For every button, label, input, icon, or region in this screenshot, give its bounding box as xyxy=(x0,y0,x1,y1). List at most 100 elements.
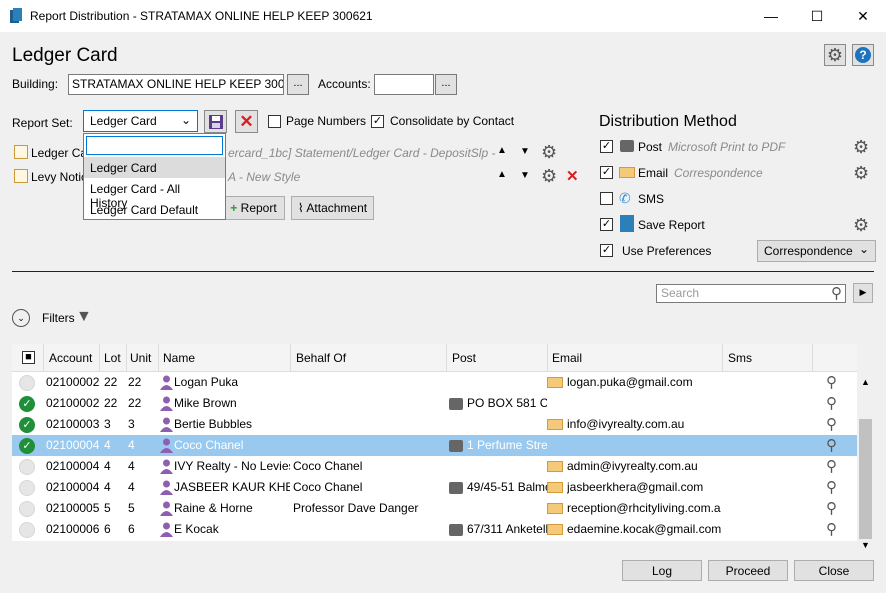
column-header[interactable]: Post xyxy=(452,351,476,365)
save-report-checkbox[interactable]: ✓ xyxy=(600,218,613,231)
filter-icon[interactable]: ▼ xyxy=(76,308,92,326)
person-icon xyxy=(160,522,173,537)
use-preferences-checkbox[interactable]: ✓ xyxy=(600,244,613,257)
maximize-button[interactable]: ☐ xyxy=(794,0,840,32)
close-button[interactable]: Close xyxy=(794,560,874,581)
unit-cell: 22 xyxy=(128,375,142,389)
report-set-search-input[interactable] xyxy=(86,136,223,155)
page-numbers-checkbox[interactable] xyxy=(268,115,281,128)
behalf-cell: Coco Chanel xyxy=(293,459,363,473)
close-window-button[interactable]: ✕ xyxy=(840,0,886,32)
table-row[interactable]: 02100002 22 22 Logan Puka logan.puka@gmail.c… xyxy=(12,372,857,393)
report-set-option[interactable]: Ledger Card Default xyxy=(84,199,225,220)
table-row[interactable]: 02100004 4 4 JASBEER KAUR KHERACoco Chanel 4… xyxy=(12,477,857,498)
status-icon[interactable]: ✓ xyxy=(19,417,35,433)
filters-label[interactable]: Filters xyxy=(42,311,75,325)
column-separator xyxy=(547,344,548,372)
table-row[interactable]: 02100004 4 4 IVY Realty - No Levies Coco Cha… xyxy=(12,456,857,477)
person-icon xyxy=(160,417,173,432)
magnifier-icon[interactable]: ⚲ xyxy=(826,457,837,475)
mail-icon xyxy=(547,482,563,493)
building-browse-button[interactable]: ... xyxy=(287,74,309,95)
column-header[interactable]: Name xyxy=(163,351,195,365)
column-header[interactable]: Unit xyxy=(130,351,151,365)
status-icon[interactable] xyxy=(19,480,35,496)
gear-icon[interactable]: ⚙ xyxy=(853,164,869,182)
attachment-button[interactable]: ⌇ Attachment xyxy=(291,196,374,220)
grid-scrollbar[interactable]: ▲ ▼ xyxy=(857,344,874,554)
settings-button[interactable]: ⚙ xyxy=(824,44,846,66)
gear-icon[interactable]: ⚙ xyxy=(853,216,869,234)
magnifier-icon[interactable]: ⚲ xyxy=(826,436,837,454)
sms-checkbox[interactable] xyxy=(600,192,613,205)
table-row[interactable]: 02100005 5 5 Raine & Horne Professor Dave Da… xyxy=(12,498,857,519)
scroll-down-icon[interactable]: ▼ xyxy=(861,540,870,550)
gear-icon[interactable]: ⚙ xyxy=(541,143,557,161)
mail-icon xyxy=(547,503,563,514)
status-icon[interactable] xyxy=(19,522,35,538)
building-label: Building: xyxy=(12,77,59,91)
magnifier-icon[interactable]: ⚲ xyxy=(826,478,837,496)
column-header[interactable]: Account xyxy=(49,351,92,365)
expand-arrow-button[interactable]: ▶ xyxy=(853,283,873,303)
table-row[interactable]: 02100006 6 6 E Kocak 67/311 Anketell edaemine… xyxy=(12,519,857,540)
report-set-dropdown[interactable]: Ledger Card ⌄ xyxy=(83,110,198,132)
lot-cell: 22 xyxy=(104,375,118,389)
accounts-field[interactable] xyxy=(374,74,434,95)
remove-report-icon[interactable]: ✕ xyxy=(566,167,579,185)
select-all-checkbox[interactable]: ■ xyxy=(22,351,35,364)
accounts-browse-button[interactable]: ... xyxy=(435,74,457,95)
email-cell: logan.puka@gmail.com xyxy=(567,375,693,389)
status-icon[interactable]: ✓ xyxy=(19,438,35,454)
delete-report-set-button[interactable]: ✕ xyxy=(235,110,258,133)
consolidate-checkbox[interactable]: ✓ xyxy=(371,115,384,128)
table-row[interactable]: ✓ 02100004 4 4 Coco Chanel 1 Perfume Stre ⚲ xyxy=(12,435,857,456)
log-button[interactable]: Log xyxy=(622,560,702,581)
magnifier-icon[interactable]: ⚲ xyxy=(826,499,837,517)
column-header[interactable]: Email xyxy=(552,351,582,365)
magnifier-icon[interactable]: ⚲ xyxy=(826,415,837,433)
gear-icon[interactable]: ⚙ xyxy=(541,167,557,185)
magnifier-icon[interactable]: ⚲ xyxy=(826,394,837,412)
status-icon[interactable] xyxy=(19,501,35,517)
column-header[interactable]: Behalf Of xyxy=(296,351,346,365)
add-report-button[interactable]: + Report xyxy=(222,196,285,220)
move-up-icon[interactable]: ▲ xyxy=(497,145,507,156)
email-checkbox[interactable]: ✓ xyxy=(600,166,613,179)
move-up-icon[interactable]: ▲ xyxy=(497,169,507,180)
table-row[interactable]: ✓ 02100002 22 22 Mike Brown PO BOX 581 Co ⚲ xyxy=(12,393,857,414)
collapse-filters-icon[interactable]: ⌄ xyxy=(12,309,30,327)
lot-cell: 3 xyxy=(104,417,111,431)
name-cell: Coco Chanel xyxy=(174,438,244,452)
move-down-icon[interactable]: ▼ xyxy=(520,170,530,181)
save-report-icon xyxy=(620,215,634,232)
plus-icon: + xyxy=(230,201,238,215)
gear-icon[interactable]: ⚙ xyxy=(853,138,869,156)
building-field[interactable]: STRATAMAX ONLINE HELP KEEP 300621 xyxy=(68,74,284,95)
person-icon xyxy=(160,459,173,474)
column-header[interactable]: Sms xyxy=(728,351,752,365)
proceed-button[interactable]: Proceed xyxy=(708,560,788,581)
report-set-option[interactable]: Ledger Card - All History xyxy=(84,178,225,210)
table-row[interactable]: ✓ 02100003 3 3 Bertie Bubbles info@ivyrealty.… xyxy=(12,414,857,435)
preferences-select[interactable]: Correspondence ⌄ xyxy=(757,240,876,262)
account-cell: 02100002 xyxy=(46,375,100,389)
status-icon[interactable] xyxy=(19,459,35,475)
scroll-up-icon[interactable]: ▲ xyxy=(861,377,870,387)
magnifier-icon[interactable]: ⚲ xyxy=(826,520,837,538)
column-header[interactable]: Lot xyxy=(104,351,121,365)
status-icon[interactable] xyxy=(19,375,35,391)
report-set-option[interactable]: Ledger Card xyxy=(84,157,225,178)
save-report-set-button[interactable] xyxy=(204,110,227,133)
move-down-icon[interactable]: ▼ xyxy=(520,146,530,157)
post-checkbox[interactable]: ✓ xyxy=(600,140,613,153)
minimize-button[interactable]: — xyxy=(748,0,794,32)
help-button[interactable]: ? xyxy=(852,44,874,66)
printer-icon xyxy=(449,482,463,494)
search-input[interactable]: Search ⚲ xyxy=(656,284,846,303)
status-icon[interactable]: ✓ xyxy=(19,396,35,412)
scroll-thumb[interactable] xyxy=(859,419,872,539)
magnifier-icon[interactable]: ⚲ xyxy=(826,373,837,391)
report-name[interactable]: Ledger Ca xyxy=(31,146,87,160)
report-name[interactable]: Levy Notic xyxy=(31,170,87,184)
